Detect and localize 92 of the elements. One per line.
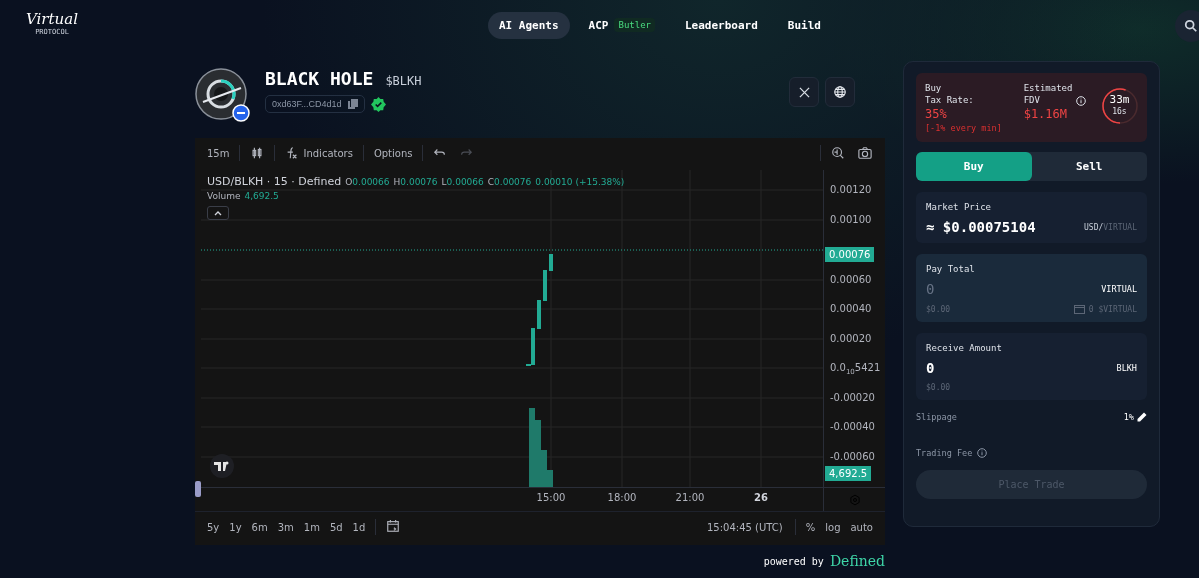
volume-value: 4,692.5 xyxy=(244,191,279,201)
price-badge: 4,692.5 xyxy=(825,466,872,481)
wallet-balance: 0 $VIRTUAL xyxy=(1088,304,1137,314)
price-unit: USD/VIRTUAL xyxy=(1084,222,1137,232)
token-avatar xyxy=(195,68,247,120)
range-button[interactable]: 1y xyxy=(225,519,246,535)
range-button[interactable]: 3m xyxy=(273,519,298,535)
search-icon xyxy=(1184,19,1198,33)
trade-tab[interactable]: Sell xyxy=(1031,152,1147,181)
receive-currency: BLKH xyxy=(1116,363,1137,373)
ohlc-value: L0.00066 xyxy=(441,177,484,187)
search-button[interactable] xyxy=(1175,10,1199,42)
range-button[interactable]: 6m xyxy=(247,519,272,535)
copy-icon xyxy=(347,99,358,109)
trading-fee-label: Trading Fee xyxy=(916,448,973,458)
function-icon xyxy=(285,146,300,160)
receive-amount-label: Receive Amount xyxy=(926,343,1003,353)
pencil-icon[interactable] xyxy=(1137,412,1147,422)
price-tick: -0.00060 xyxy=(830,451,875,463)
scale-option[interactable]: log xyxy=(821,519,845,535)
price-change: 0.00010 (+15.38%) xyxy=(535,177,625,187)
ohlc-value: O0.00066 xyxy=(345,177,390,187)
price-badge: 0.00076 xyxy=(825,247,875,262)
chart-clock: 15:04:45 (UTC) xyxy=(707,521,783,533)
info-icon[interactable] xyxy=(977,448,988,458)
chain-badge-icon xyxy=(232,104,250,122)
address-chip[interactable]: 0xd63F...CD4d1d xyxy=(265,95,365,113)
candles-icon xyxy=(250,146,265,160)
wallet-icon xyxy=(1073,304,1085,314)
interval-button[interactable]: 15m xyxy=(201,144,236,162)
timer-minutes: 33m xyxy=(1109,94,1130,106)
pay-currency: VIRTUAL xyxy=(1101,284,1137,294)
zoom-icon xyxy=(831,146,845,160)
tax-decay-note: [-1% every min] xyxy=(925,122,1003,134)
token-name: BLACK HOLE xyxy=(265,68,374,89)
chevron-up-icon xyxy=(214,210,222,216)
pay-usd-value: $0.00 xyxy=(926,304,951,314)
x-logo-icon xyxy=(798,86,810,98)
time-tick: 15:00 xyxy=(536,492,566,503)
nav-item[interactable]: Leaderboard xyxy=(674,11,769,39)
indicators-button[interactable]: Indicators xyxy=(279,143,359,163)
scale-option[interactable]: auto xyxy=(846,519,877,535)
volume-label: Volume xyxy=(207,191,241,201)
ohlc-value: H0.00076 xyxy=(393,177,438,187)
price-tick: -0.00040 xyxy=(830,421,875,433)
price-tick: 0.00060 xyxy=(830,274,872,286)
camera-icon xyxy=(857,146,873,160)
symbol-label: USD/BLKH · 15 · Defined xyxy=(207,175,342,188)
price-tick: 0.00020 xyxy=(830,333,872,345)
options-button[interactable]: Options xyxy=(367,144,419,162)
fdv-label: Estimated FDV xyxy=(1023,82,1073,106)
nav-item[interactable]: AI Agents xyxy=(488,11,570,39)
price-tick: 0.00040 xyxy=(830,303,872,315)
powered-by-label: powered by xyxy=(763,555,824,567)
calendar-icon xyxy=(386,519,401,533)
globe-icon xyxy=(834,86,846,98)
pay-amount-field[interactable]: 0 xyxy=(926,281,1006,297)
range-button[interactable]: 1d xyxy=(348,519,370,535)
x-button[interactable] xyxy=(789,77,819,107)
time-tick: 21:00 xyxy=(675,492,705,503)
website-button[interactable] xyxy=(825,77,855,107)
receive-usd-value: $0.00 xyxy=(926,383,951,392)
pay-total-label: Pay Total xyxy=(926,264,976,274)
ohlc-value: C0.00076 xyxy=(487,177,532,187)
timer-seconds: 16s xyxy=(1112,106,1127,118)
nav-badge: Butler xyxy=(614,18,655,32)
logo-wordmark[interactable]: Virtual xyxy=(26,12,78,27)
tax-rate-value: 35% xyxy=(925,106,948,122)
scale-option[interactable]: % xyxy=(801,519,820,535)
provider-logo[interactable]: Defined xyxy=(829,553,885,569)
time-tick: 26 xyxy=(754,492,768,503)
tax-rate-label: Buy Tax Rate: xyxy=(925,82,975,106)
time-tick: 18:00 xyxy=(607,492,637,503)
receive-amount-value: 0 xyxy=(926,360,935,376)
collapse-button[interactable] xyxy=(207,206,229,220)
market-price-label: Market Price xyxy=(926,202,993,212)
range-button[interactable]: 5d xyxy=(325,519,347,535)
nav-item[interactable]: Build xyxy=(776,11,832,39)
range-button[interactable]: 5y xyxy=(203,519,224,535)
price-tick: 0.0$_{10}$5421 xyxy=(830,362,881,378)
scroll-handle[interactable] xyxy=(195,481,201,497)
slippage-value: 1% xyxy=(1123,412,1134,422)
fdv-value: $1.16M xyxy=(1023,106,1068,122)
token-ticker: $BLKH xyxy=(385,74,422,88)
range-button[interactable]: 1m xyxy=(299,519,324,535)
price-tick: 0.00100 xyxy=(830,214,872,226)
countdown-ring xyxy=(1099,86,1140,126)
nav-item[interactable]: ACP Butler xyxy=(577,11,666,39)
price-tick: -0.00020 xyxy=(830,392,875,404)
market-price-value: ≈ $0.00075104 xyxy=(926,219,1036,235)
price-tick: 0.00120 xyxy=(830,184,872,196)
slippage-label: Slippage xyxy=(916,412,957,422)
